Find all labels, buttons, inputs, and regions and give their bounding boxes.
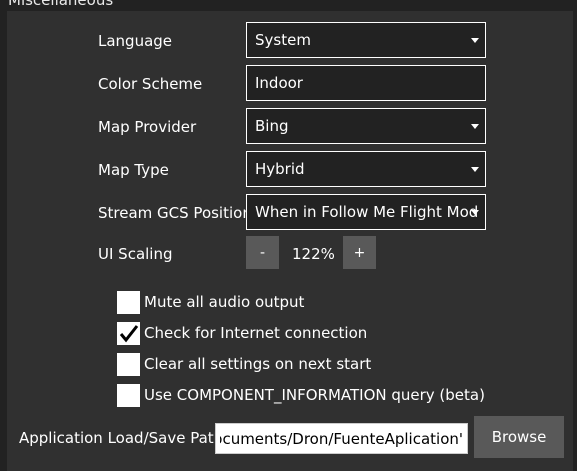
internet-check-label: Check for Internet connection: [144, 324, 368, 342]
map-type-value: Hybrid: [255, 160, 305, 178]
scale-decrease-button[interactable]: -: [246, 236, 279, 269]
stream-gcs-combo[interactable]: When in Follow Me Flight Mode: [246, 194, 486, 230]
scale-increase-button[interactable]: +: [343, 236, 376, 269]
stream-gcs-label: Stream GCS Position: [98, 204, 252, 222]
checkbox-box[interactable]: [117, 291, 140, 314]
color-scheme-value: Indoor: [255, 74, 303, 92]
chevron-down-icon: [471, 167, 479, 172]
path-input[interactable]: [215, 423, 468, 454]
section-title: Miscellaneous: [8, 0, 114, 9]
checkbox-box[interactable]: [117, 353, 140, 376]
stream-gcs-value: When in Follow Me Flight Mode: [255, 203, 477, 221]
color-scheme-label: Color Scheme: [98, 75, 203, 93]
language-value: System: [255, 31, 311, 49]
component-info-label: Use COMPONENT_INFORMATION query (beta): [144, 386, 485, 404]
ui-scaling-label: UI Scaling: [98, 245, 173, 263]
language-combo[interactable]: System: [246, 22, 486, 58]
scale-value: 122%: [292, 245, 335, 263]
map-provider-value: Bing: [255, 117, 289, 135]
mute-audio-label: Mute all audio output: [144, 293, 305, 311]
browse-button[interactable]: Browse: [474, 416, 564, 458]
map-provider-label: Map Provider: [98, 118, 197, 136]
map-type-label: Map Type: [98, 161, 169, 179]
map-provider-combo[interactable]: Bing: [246, 108, 486, 144]
language-label: Language: [98, 32, 173, 50]
path-label: Application Load/Save Path: [19, 429, 224, 447]
chevron-down-icon: [471, 210, 479, 215]
chevron-down-icon: [471, 38, 479, 43]
color-scheme-combo[interactable]: Indoor: [246, 65, 486, 101]
clear-settings-label: Clear all settings on next start: [144, 355, 372, 373]
chevron-down-icon: [471, 124, 479, 129]
checkmark-icon: [119, 325, 139, 343]
map-type-combo[interactable]: Hybrid: [246, 151, 486, 187]
checkbox-box[interactable]: [117, 322, 140, 345]
checkbox-box[interactable]: [117, 384, 140, 407]
